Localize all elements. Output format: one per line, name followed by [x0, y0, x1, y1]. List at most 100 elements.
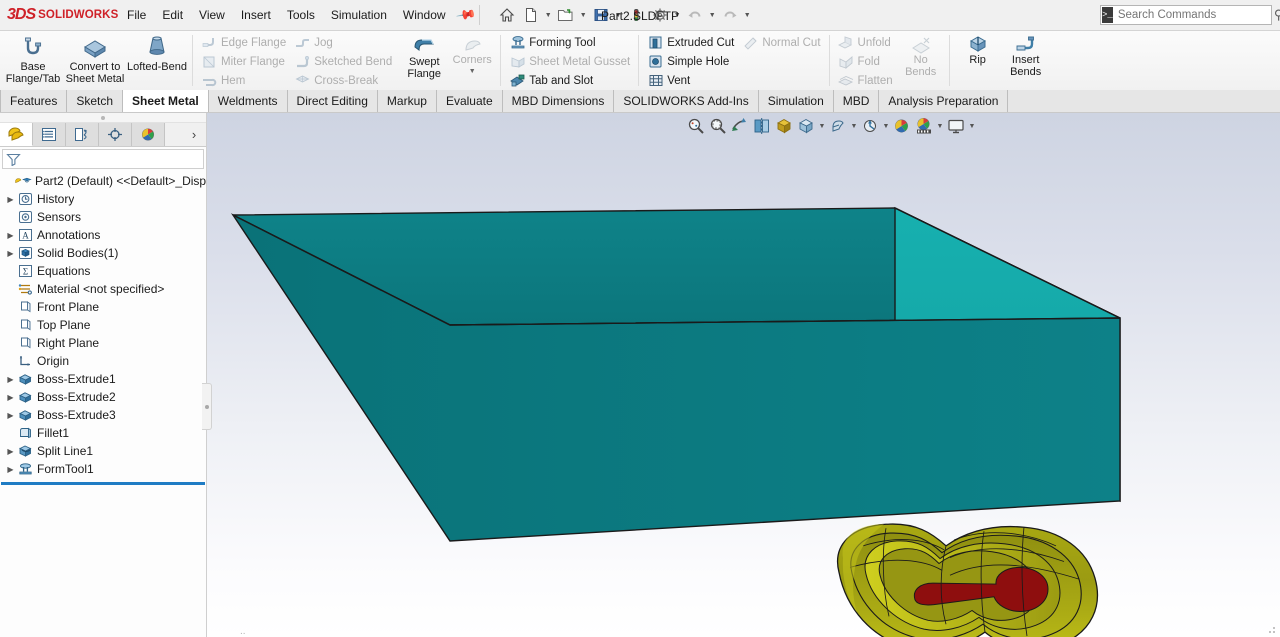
expand-arrow[interactable]: ▶ — [4, 195, 17, 204]
tab-weldments[interactable]: Weldments — [208, 90, 288, 112]
tree-item-equations[interactable]: ▶ Σ Equations — [0, 262, 206, 280]
tab-solidworks-add-ins[interactable]: SOLIDWORKS Add-Ins — [614, 90, 759, 112]
menu-item-window[interactable]: Window — [395, 5, 454, 25]
view-settings-caret-icon[interactable]: ▼ — [967, 115, 977, 137]
expand-arrow[interactable]: ▶ — [4, 249, 17, 258]
forming-tool-button[interactable]: Forming Tool — [505, 33, 634, 52]
expand-arrow[interactable]: ▶ — [4, 411, 17, 420]
tree-item-material[interactable]: ▶ Material <not specified> — [0, 280, 206, 298]
edit-appearance-icon[interactable] — [891, 115, 913, 137]
menu-item-insert[interactable]: Insert — [233, 5, 279, 25]
normal-cut-button[interactable]: Normal Cut — [738, 33, 824, 52]
no-bends-button[interactable]: No Bends — [897, 31, 945, 90]
swept-flange-button[interactable]: Swept Flange — [400, 31, 448, 90]
open-document-dropdown-icon[interactable]: ▼ — [578, 3, 589, 27]
save-icon[interactable] — [589, 3, 613, 27]
expand-arrow[interactable]: ▶ — [4, 393, 17, 402]
menu-item-tools[interactable]: Tools — [279, 5, 323, 25]
tree-item-fillet1[interactable]: ▶ Fillet1 — [0, 424, 206, 442]
tree-item-top-plane[interactable]: ▶ Top Plane — [0, 316, 206, 334]
tree-item-boss-extrude2[interactable]: ▶ Boss-Extrude2 — [0, 388, 206, 406]
view-orientation-caret-icon[interactable]: ▼ — [817, 115, 827, 137]
tab-simulation[interactable]: Simulation — [758, 90, 834, 112]
display-style-caret-icon[interactable]: ▼ — [849, 115, 859, 137]
tab-mbd[interactable]: MBD — [833, 90, 880, 112]
configuration-manager-tab[interactable] — [66, 123, 99, 146]
chevron-right-icon[interactable]: › — [182, 123, 206, 146]
tree-item-solid-bodies[interactable]: ▶ Solid Bodies(1) — [0, 244, 206, 262]
pushpin-icon[interactable]: 📌 — [454, 4, 477, 26]
hide-show-items-icon[interactable] — [859, 115, 881, 137]
window-resize-grip[interactable] — [1265, 623, 1277, 635]
menu-item-simulation[interactable]: Simulation — [323, 5, 395, 25]
tree-item-split-line1[interactable]: ▶ Split Line1 — [0, 442, 206, 460]
tree-item-history[interactable]: ▶ History — [0, 190, 206, 208]
section-view-icon[interactable] — [751, 115, 773, 137]
tree-item-front-plane[interactable]: ▶ Front Plane — [0, 298, 206, 316]
tree-item-part2[interactable]: ▶ Part2 (Default) <<Default>_Displ — [0, 172, 206, 190]
tree-item-boss-extrude1[interactable]: ▶ Boss-Extrude1 — [0, 370, 206, 388]
undo-dropdown-icon[interactable]: ▼ — [707, 3, 718, 27]
tab-analysis-preparation[interactable]: Analysis Preparation — [879, 90, 1009, 112]
menu-item-view[interactable]: View — [191, 5, 233, 25]
expand-arrow[interactable]: ▶ — [4, 447, 17, 456]
dimxpert-manager-tab[interactable] — [99, 123, 132, 146]
miter-flange-button[interactable]: Miter Flange — [197, 52, 290, 71]
tab-direct-editing[interactable]: Direct Editing — [287, 90, 378, 112]
rip-button[interactable]: Rip — [954, 31, 1002, 90]
convert-to-sheet-metal-button[interactable]: Convert to Sheet Metal — [64, 31, 126, 90]
options-gear-icon[interactable] — [648, 3, 672, 27]
search-input[interactable] — [1112, 8, 1274, 22]
insert-bends-button[interactable]: Insert Bends — [1002, 31, 1050, 90]
expand-arrow[interactable]: ▶ — [4, 375, 17, 384]
expand-arrow[interactable]: ▶ — [4, 231, 17, 240]
display-style-icon[interactable] — [827, 115, 849, 137]
vent-button[interactable]: Vent — [643, 71, 738, 90]
save-dropdown-icon[interactable]: ▼ — [613, 3, 624, 27]
previous-view-icon[interactable] — [729, 115, 751, 137]
apply-scene-caret-icon[interactable]: ▼ — [935, 115, 945, 137]
cross-break-button[interactable]: Cross-Break — [290, 71, 396, 90]
print-icon[interactable] — [624, 3, 648, 27]
magnifier-icon[interactable]: ⚲ — [1274, 7, 1280, 23]
menu-item-edit[interactable]: Edit — [154, 5, 191, 25]
flatten-button[interactable]: Flatten — [834, 71, 897, 90]
tab-sketch[interactable]: Sketch — [67, 90, 124, 112]
base-flange-tab-button[interactable]: Base Flange/Tab — [2, 31, 64, 90]
redo-icon[interactable] — [718, 3, 742, 27]
zoom-to-area-icon[interactable] — [707, 115, 729, 137]
simple-hole-button[interactable]: Simple Hole — [643, 52, 738, 71]
view-orientation-dropdown-icon[interactable] — [795, 115, 817, 137]
hide-show-caret-icon[interactable]: ▼ — [881, 115, 891, 137]
undo-icon[interactable] — [683, 3, 707, 27]
tree-item-sensors[interactable]: ▶ Sensors — [0, 208, 206, 226]
lofted-bend-button[interactable]: Lofted-Bend — [126, 31, 188, 90]
feature-tree-filter[interactable] — [2, 149, 204, 169]
unfold-button[interactable]: Unfold — [834, 33, 897, 52]
tab-mbd-dimensions[interactable]: MBD Dimensions — [502, 90, 615, 112]
sheet-metal-gusset-button[interactable]: Sheet Metal Gusset — [505, 52, 634, 71]
model-viewport[interactable] — [207, 113, 1280, 637]
edge-flange-button[interactable]: Edge Flange — [197, 33, 290, 52]
tab-and-slot-button[interactable]: Tab and Slot — [505, 71, 634, 90]
zoom-to-fit-icon[interactable] — [685, 115, 707, 137]
expand-arrow[interactable]: ▶ — [4, 465, 17, 474]
tab-markup[interactable]: Markup — [377, 90, 437, 112]
corners-dropdown-icon[interactable]: ▼ — [469, 68, 476, 76]
tree-item-right-plane[interactable]: ▶ Right Plane — [0, 334, 206, 352]
display-manager-tab[interactable] — [132, 123, 165, 146]
tab-features[interactable]: Features — [0, 90, 68, 112]
redo-dropdown-icon[interactable]: ▼ — [742, 3, 753, 27]
graphics-area[interactable]: ▼ ▼ ▼ ▼ ▼ — [207, 113, 1280, 637]
menu-item-file[interactable]: File — [119, 5, 154, 25]
options-dropdown-icon[interactable]: ▼ — [672, 3, 683, 27]
home-icon[interactable] — [495, 3, 519, 27]
tree-item-boss-extrude3[interactable]: ▶ Boss-Extrude3 — [0, 406, 206, 424]
tab-sheet-metal[interactable]: Sheet Metal — [123, 90, 209, 112]
hem-button[interactable]: Hem — [197, 71, 290, 90]
apply-scene-icon[interactable] — [913, 115, 935, 137]
panel-top-grip[interactable] — [0, 113, 206, 123]
sketched-bend-button[interactable]: Sketched Bend — [290, 52, 396, 71]
jog-button[interactable]: Jog — [290, 33, 396, 52]
rollback-bar[interactable] — [1, 482, 205, 485]
